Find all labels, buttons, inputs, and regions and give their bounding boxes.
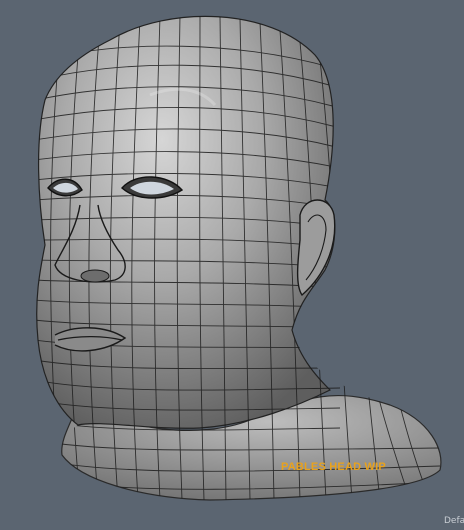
head-mesh-icon[interactable]: [0, 0, 464, 530]
camera-label: Default: [444, 516, 464, 526]
ear: [296, 199, 336, 297]
3d-viewport[interactable]: PABLES HEAD WIP Default: [0, 0, 464, 530]
annotation-label: PABLES HEAD WIP: [281, 461, 386, 473]
